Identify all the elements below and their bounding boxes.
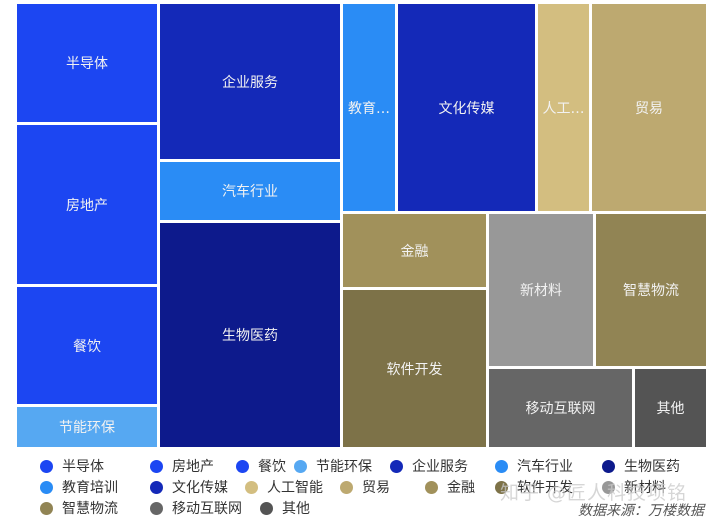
legend-item[interactable]: 移动互联网: [150, 498, 242, 518]
treemap-cell-10[interactable]: 贸易: [592, 4, 706, 211]
legend-label: 教育培训: [62, 480, 118, 496]
legend-marker: [390, 459, 403, 473]
legend-item[interactable]: 节能环保: [294, 456, 372, 476]
legend-label: 节能环保: [316, 459, 372, 475]
legend-marker: [425, 480, 438, 494]
treemap-cell-5[interactable]: 汽车行业: [160, 162, 340, 220]
treemap-cell-3[interactable]: 节能环保: [17, 407, 157, 447]
legend-label: 企业服务: [412, 459, 468, 475]
treemap-cell-6[interactable]: 生物医药: [160, 223, 340, 447]
legend-item[interactable]: 贸易: [340, 477, 390, 497]
legend-marker: [150, 501, 163, 515]
treemap-cell-14[interactable]: 智慧物流: [596, 214, 706, 366]
treemap-cell-label: 汽车行业: [222, 184, 278, 200]
legend-marker: [260, 501, 273, 515]
treemap-cell-0[interactable]: 半导体: [17, 4, 157, 122]
treemap-cell-15[interactable]: 移动互联网: [489, 369, 632, 447]
legend-label: 房地产: [172, 459, 214, 475]
legend-label: 汽车行业: [517, 459, 573, 475]
treemap-cell-12[interactable]: 软件开发: [343, 290, 486, 447]
treemap-cell-label: 企业服务: [222, 74, 278, 91]
treemap-cell-label: 智慧物流: [623, 283, 679, 299]
legend-marker: [245, 480, 258, 494]
legend-item[interactable]: 汽车行业: [495, 456, 573, 476]
legend-item[interactable]: 房地产: [150, 456, 214, 476]
legend-label: 移动互联网: [172, 501, 242, 517]
legend-label: 金融: [447, 480, 475, 496]
legend-item[interactable]: 文化传媒: [150, 477, 228, 497]
treemap-cell-label: 贸易: [635, 100, 663, 117]
treemap-cell-label: 软件开发: [386, 361, 443, 378]
treemap-cell-label: 餐饮: [73, 338, 101, 355]
legend-marker: [40, 480, 53, 494]
treemap-cell-label: 房地产: [66, 197, 108, 214]
legend-item[interactable]: 半导体: [40, 456, 104, 476]
legend-row: 半导体 房地产 餐饮 节能环保 企业服务 汽车行业 生物医药: [40, 456, 720, 477]
legend-marker: [495, 459, 508, 473]
treemap-cell-8[interactable]: 文化传媒: [398, 4, 535, 211]
legend-label: 智慧物流: [62, 501, 118, 517]
treemap-cell-1[interactable]: 房地产: [17, 125, 157, 284]
treemap: 半导体房地产餐饮节能环保 企业服务汽车行业生物医药 教育… 文化传媒 人工… 贸易金融软件…: [0, 0, 720, 450]
legend-label: 文化传媒: [172, 480, 228, 496]
treemap-cell-label: 移动互联网: [525, 401, 596, 417]
legend-label: 其他: [282, 501, 310, 517]
treemap-cell-label: 人工…: [542, 100, 585, 117]
legend-marker: [602, 459, 615, 473]
legend-label: 人工智能: [267, 480, 323, 496]
legend-label: 贸易: [362, 480, 390, 496]
legend-marker: [150, 480, 163, 494]
legend-item[interactable]: 餐饮: [236, 456, 286, 476]
legend-item[interactable]: 人工智能: [245, 477, 323, 497]
data-source-note: 数据来源：万楼数据: [578, 503, 704, 519]
treemap-cell-16[interactable]: 其他: [635, 369, 706, 447]
legend-marker: [294, 459, 307, 473]
treemap-cell-label: 节能环保: [59, 420, 115, 436]
treemap-cell-label: 生物医药: [222, 328, 278, 344]
treemap-cell-label: 金融: [400, 243, 429, 260]
legend-item[interactable]: 其他: [260, 498, 310, 518]
legend-label: 生物医药: [624, 459, 680, 475]
legend-item[interactable]: 生物医药: [602, 456, 680, 476]
legend-item[interactable]: 教育培训: [40, 477, 118, 497]
legend-item[interactable]: 金融: [425, 477, 475, 497]
legend-label: 餐饮: [258, 459, 286, 475]
treemap-cell-7[interactable]: 教育…: [343, 4, 395, 211]
legend-marker: [40, 501, 53, 515]
legend-marker: [40, 459, 53, 473]
legend-marker: [340, 480, 353, 494]
treemap-cell-label: 半导体: [66, 56, 108, 72]
treemap-cell-13[interactable]: 新材料: [489, 214, 593, 366]
treemap-cell-4[interactable]: 企业服务: [160, 4, 340, 159]
treemap-cell-label: 新材料: [520, 283, 562, 299]
legend-marker: [150, 459, 163, 473]
treemap-cell-2[interactable]: 餐饮: [17, 287, 157, 404]
legend-item[interactable]: 智慧物流: [40, 498, 118, 518]
legend-marker: [236, 459, 249, 473]
legend-item[interactable]: 企业服务: [390, 456, 468, 476]
treemap-cell-11[interactable]: 金融: [343, 214, 486, 287]
treemap-cell-label: 其他: [656, 401, 685, 417]
treemap-cell-9[interactable]: 人工…: [538, 4, 589, 211]
treemap-cell-label: 文化传媒: [438, 100, 495, 117]
treemap-cell-label: 教育…: [348, 100, 390, 117]
legend-label: 半导体: [62, 459, 104, 475]
